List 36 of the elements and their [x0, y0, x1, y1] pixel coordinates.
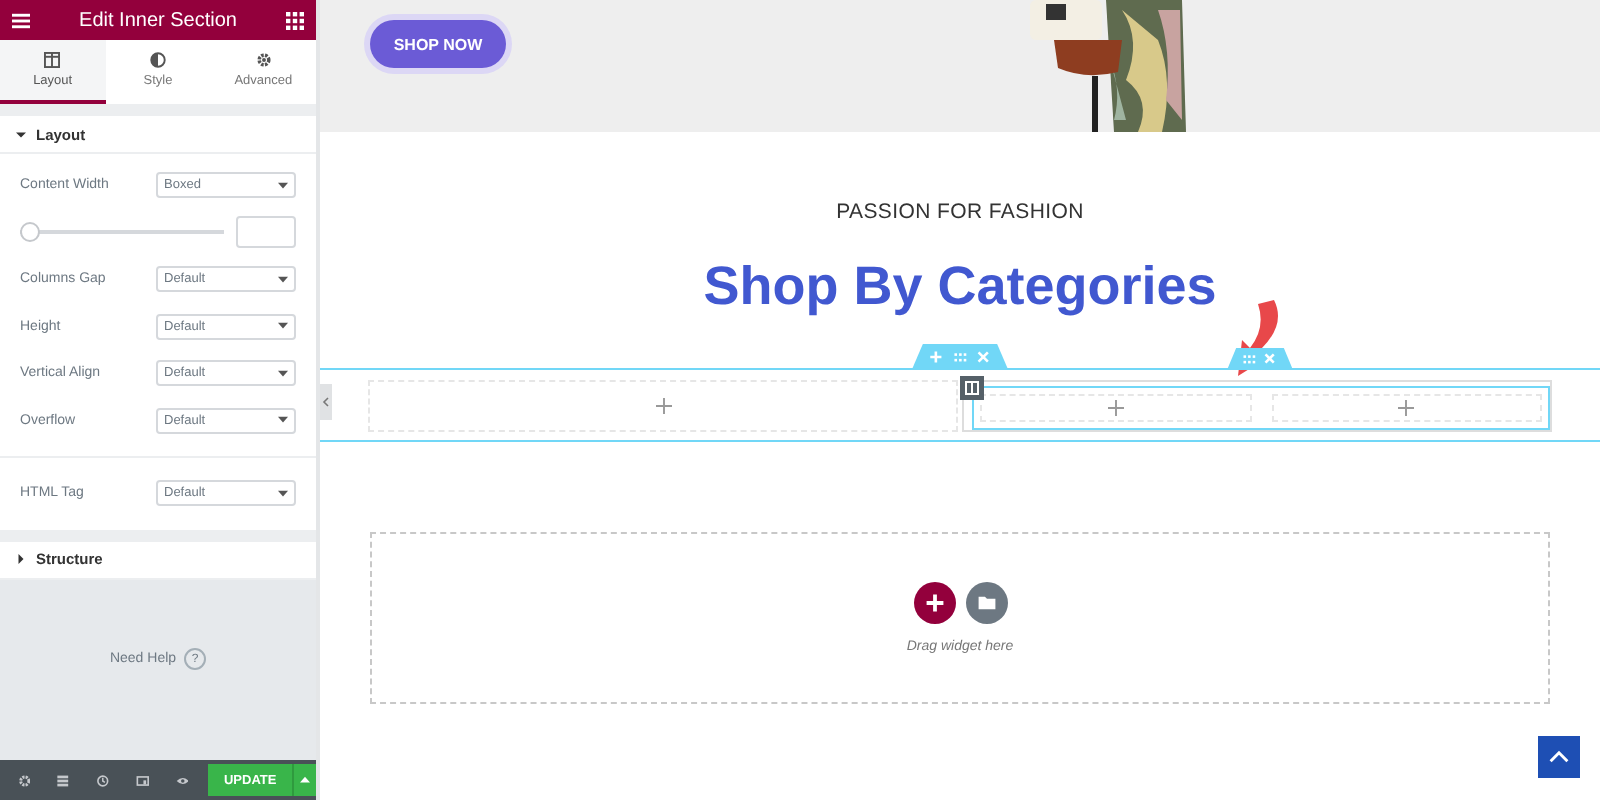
caret-icon — [278, 275, 288, 284]
caret-icon — [16, 129, 26, 139]
column-handle-icon[interactable] — [960, 376, 984, 400]
eye-icon[interactable] — [175, 773, 189, 787]
scroll-top-icon[interactable] — [1538, 736, 1580, 778]
heading: Shop By Categories — [703, 256, 1217, 318]
settings-icon[interactable] — [17, 773, 31, 787]
shop-now-button[interactable]: SHOP NOW — [370, 20, 506, 68]
caret-icon — [16, 554, 26, 564]
plus-icon[interactable] — [1107, 400, 1124, 416]
columns-icon — [44, 52, 61, 68]
collapse-icon[interactable] — [320, 384, 332, 420]
caret-icon — [278, 181, 288, 190]
panel-title: Edit Inner Section — [79, 9, 237, 31]
plus-icon[interactable] — [1398, 400, 1415, 416]
folder-icon[interactable] — [965, 582, 1007, 624]
layers-icon[interactable] — [56, 773, 71, 787]
grid-icon[interactable] — [286, 11, 304, 29]
number-field[interactable] — [236, 216, 296, 249]
plus-icon[interactable] — [655, 398, 671, 414]
menu-icon[interactable] — [12, 11, 30, 29]
caret-icon — [278, 322, 288, 331]
section-handle-icon[interactable] — [908, 344, 1012, 370]
settings-icon — [255, 52, 272, 68]
responsive-icon[interactable] — [135, 773, 150, 787]
subheading: PASSION FOR FASHION — [836, 200, 1084, 224]
add-section-icon[interactable] — [913, 582, 955, 624]
slider-handle[interactable] — [20, 222, 40, 243]
section-handle-icon[interactable] — [1224, 348, 1296, 370]
contrast-icon — [150, 52, 166, 68]
caret-icon — [278, 489, 288, 498]
caret-icon — [278, 369, 288, 378]
caret-icon — [300, 776, 311, 784]
caret-icon — [278, 416, 288, 425]
history-icon[interactable] — [96, 773, 110, 787]
update-options-button[interactable] — [292, 764, 316, 796]
